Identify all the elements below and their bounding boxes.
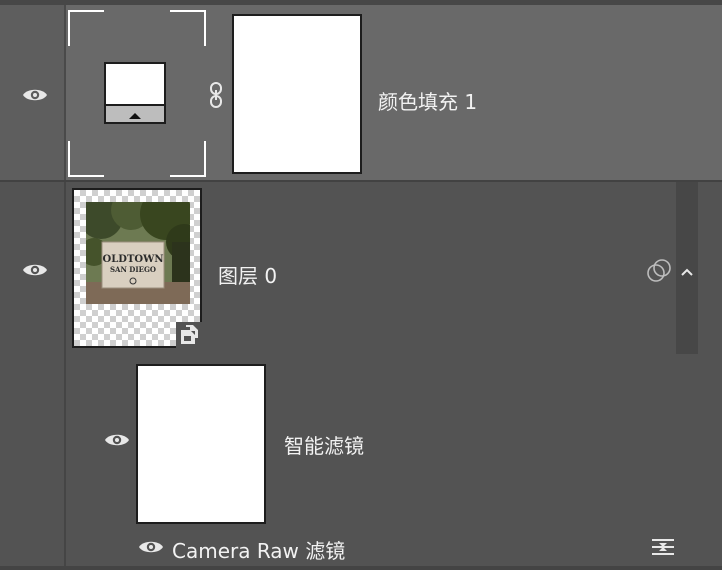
fill-layer-thumbnail[interactable] — [68, 10, 206, 177]
layer-name-color-fill[interactable]: 颜色填充 1 — [378, 86, 477, 115]
photo-text: OLDTOWN — [103, 254, 164, 265]
link-chain-icon[interactable] — [208, 81, 224, 109]
smart-filters-label[interactable]: 智能滤镜 — [284, 430, 364, 459]
layers-panel: 颜色填充 1 OLDTOWN SAN DIEGO 图层 0 智能滤镜 Camer… — [0, 0, 722, 570]
smart-object-icon — [176, 322, 202, 348]
visibility-column — [0, 182, 66, 570]
eye-icon[interactable] — [22, 261, 48, 279]
image-layer-thumbnail[interactable]: OLDTOWN SAN DIEGO — [72, 188, 202, 348]
selection-corner — [68, 10, 104, 46]
eye-icon[interactable] — [22, 86, 48, 104]
color-fill-icon — [104, 62, 166, 124]
blending-options-icon[interactable] — [646, 258, 672, 284]
panel-bottom-border — [0, 566, 722, 570]
row-divider — [0, 180, 722, 182]
filter-name-camera-raw[interactable]: Camera Raw 滤镜 — [172, 535, 345, 564]
chevron-up-icon[interactable] — [680, 262, 694, 276]
layer-mask-thumbnail[interactable] — [232, 14, 362, 174]
selection-corner — [170, 141, 206, 177]
filter-options-icon[interactable] — [650, 536, 676, 558]
smart-filter-mask-thumbnail[interactable] — [136, 364, 266, 524]
eye-icon[interactable] — [138, 538, 164, 556]
layer-name-image[interactable]: 图层 0 — [218, 260, 277, 289]
eye-icon[interactable] — [104, 431, 130, 449]
photo-preview: OLDTOWN SAN DIEGO — [86, 202, 190, 304]
color-fill-bar — [106, 104, 164, 122]
selection-corner — [170, 10, 206, 46]
selection-corner — [68, 141, 104, 177]
photo-text: SAN DIEGO — [110, 265, 156, 274]
triangle-icon — [129, 113, 141, 119]
